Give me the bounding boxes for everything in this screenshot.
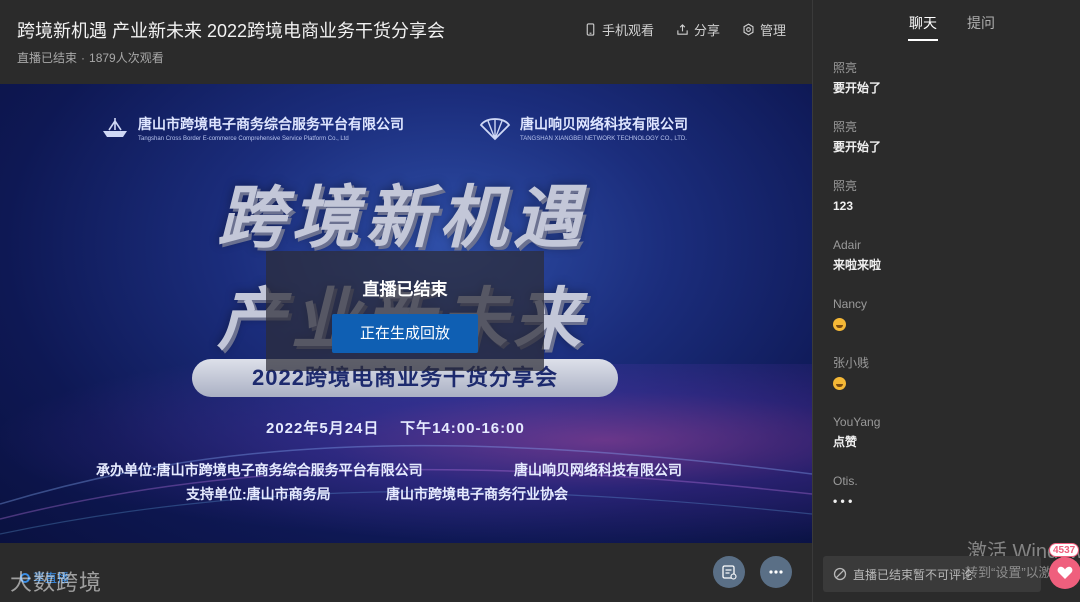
chat-message: 照亮 要开始了 bbox=[833, 61, 1073, 120]
tab-chat[interactable]: 聊天 bbox=[908, 13, 938, 41]
chat-panel: 聊天 提问 照亮 要开始了 照亮 要开始了 照亮 123 Adair 来啦来啦 … bbox=[812, 0, 1080, 602]
active-tab-indicator bbox=[908, 39, 938, 41]
host-line-1: 承办单位:唐山市跨境电子商务综合服务平台有限公司 bbox=[96, 462, 423, 478]
support-line-2: 唐山市跨境电子商务行业协会 bbox=[386, 486, 568, 502]
comment-disabled-text: 直播已结束暂不可评论 bbox=[853, 567, 974, 582]
live-status: 直播已结束 bbox=[17, 51, 78, 65]
message-text: 要开始了 bbox=[833, 81, 882, 95]
message-text bbox=[833, 317, 1073, 332]
note-icon bbox=[722, 565, 737, 580]
live-ended-text: 直播已结束 bbox=[362, 280, 448, 299]
chat-message: 照亮 要开始了 bbox=[833, 120, 1073, 179]
message-text: 点赞 bbox=[833, 435, 858, 449]
message-text: 要开始了 bbox=[833, 140, 882, 154]
chat-message: YouYang 点赞 bbox=[833, 415, 1073, 474]
live-header: 跨境新机遇 产业新未来 2022跨境电商业务干货分享会 直播已结束 · 1879人次… bbox=[0, 0, 812, 84]
event-time: 下午14:00-16:00 bbox=[400, 420, 525, 437]
ship-logo-icon bbox=[103, 118, 127, 137]
like-button[interactable] bbox=[1049, 557, 1080, 589]
viewer-count: 1879人次观看 bbox=[89, 51, 164, 65]
like-count-badge: 4537 bbox=[1049, 543, 1080, 557]
chat-tabs: 聊天 提问 bbox=[813, 13, 1080, 43]
share-label: 分享 bbox=[693, 23, 720, 38]
host-line-2: 唐山响贝网络科技有限公司 bbox=[514, 462, 682, 478]
chat-message: 照亮 123 bbox=[833, 179, 1073, 238]
phone-icon bbox=[586, 23, 595, 36]
heart-icon bbox=[1057, 566, 1073, 579]
message-user: YouYang bbox=[833, 415, 881, 429]
message-user: Nancy bbox=[833, 297, 868, 311]
message-text: • • • bbox=[833, 494, 853, 508]
message-user: 照亮 bbox=[833, 61, 858, 75]
message-list: 照亮 要开始了 照亮 要开始了 照亮 123 Adair 来啦来啦 Nancy … bbox=[833, 61, 1073, 533]
event-date: 2022年5月24日 bbox=[266, 420, 380, 437]
more-options-button[interactable] bbox=[760, 556, 792, 588]
smile-emoji-icon bbox=[833, 377, 846, 391]
event-datetime: 2022年5月24日 下午14:00-16:00 bbox=[266, 417, 525, 438]
message-text: 来啦来啦 bbox=[833, 258, 882, 272]
organizer-2-name: 唐山响贝网络科技有限公司 bbox=[520, 116, 688, 132]
message-user: Otis. bbox=[833, 474, 858, 488]
message-text: 123 bbox=[833, 199, 854, 213]
chat-message: Otis. • • • bbox=[833, 474, 1073, 533]
share-icon bbox=[677, 24, 688, 35]
video-player[interactable]: 唐山市跨境电子商务综合服务平台有限公司 Tangshan Cross Borde… bbox=[0, 84, 812, 543]
organizer-logo-2: 唐山响贝网络科技有限公司 TANGSHAN XIANGBEI NETWORK T… bbox=[478, 114, 688, 142]
mobile-watch-button[interactable]: 手机观看 bbox=[584, 20, 654, 39]
meta-separator: · bbox=[81, 51, 86, 65]
share-button[interactable]: 分享 bbox=[676, 20, 720, 39]
message-user: 照亮 bbox=[833, 120, 858, 134]
mobile-watch-label: 手机观看 bbox=[601, 23, 654, 38]
image-watermark: 大数跨境 bbox=[10, 570, 103, 595]
gear-icon bbox=[743, 23, 754, 36]
organizer-2-english: TANGSHAN XIANGBEI NETWORK TECHNOLOGY CO.… bbox=[520, 136, 687, 142]
organizer-logo-1: 唐山市跨境电子商务综合服务平台有限公司 Tangshan Cross Borde… bbox=[100, 114, 404, 142]
tab-chat-label: 聊天 bbox=[909, 15, 937, 31]
replay-generating-button[interactable]: 正在生成回放 bbox=[332, 314, 478, 353]
tab-questions[interactable]: 提问 bbox=[967, 13, 995, 33]
message-user: Adair bbox=[833, 238, 862, 252]
poster-headline-1: 跨境新机遇 bbox=[216, 180, 587, 256]
header-actions: 手机观看 分享 管理 bbox=[584, 20, 786, 39]
chat-message: Nancy bbox=[833, 297, 1073, 356]
live-ended-overlay: 直播已结束 正在生成回放 bbox=[266, 251, 544, 371]
grin-emoji-icon bbox=[833, 318, 846, 332]
message-user: 照亮 bbox=[833, 179, 858, 193]
shell-logo-icon bbox=[479, 118, 511, 141]
page-title: 跨境新机遇 产业新未来 2022跨境电商业务干货分享会 bbox=[17, 21, 446, 41]
organizer-1-english: Tangshan Cross Border E-commerce Compreh… bbox=[138, 136, 349, 142]
message-text bbox=[833, 376, 1073, 391]
player-area: 跨境新机遇 产业新未来 2022跨境电商业务干货分享会 直播已结束 · 1879人次… bbox=[0, 0, 812, 602]
organizer-1-name: 唐山市跨境电子商务综合服务平台有限公司 bbox=[138, 116, 404, 132]
manage-label: 管理 bbox=[759, 23, 786, 38]
ellipsis-icon bbox=[769, 570, 783, 574]
notes-button[interactable] bbox=[713, 556, 745, 588]
chat-message: 张小贱 bbox=[833, 356, 1073, 415]
player-bottom-bar: 享直播 大数跨境 bbox=[0, 543, 812, 602]
chat-message: Adair 来啦来啦 bbox=[833, 238, 1073, 297]
message-user: 张小贱 bbox=[833, 356, 870, 370]
prohibited-icon bbox=[833, 567, 847, 581]
support-line-1: 支持单位:唐山市商务局 bbox=[186, 486, 331, 502]
manage-button[interactable]: 管理 bbox=[742, 20, 786, 39]
live-meta: 直播已结束 · 1879人次观看 bbox=[17, 49, 164, 66]
